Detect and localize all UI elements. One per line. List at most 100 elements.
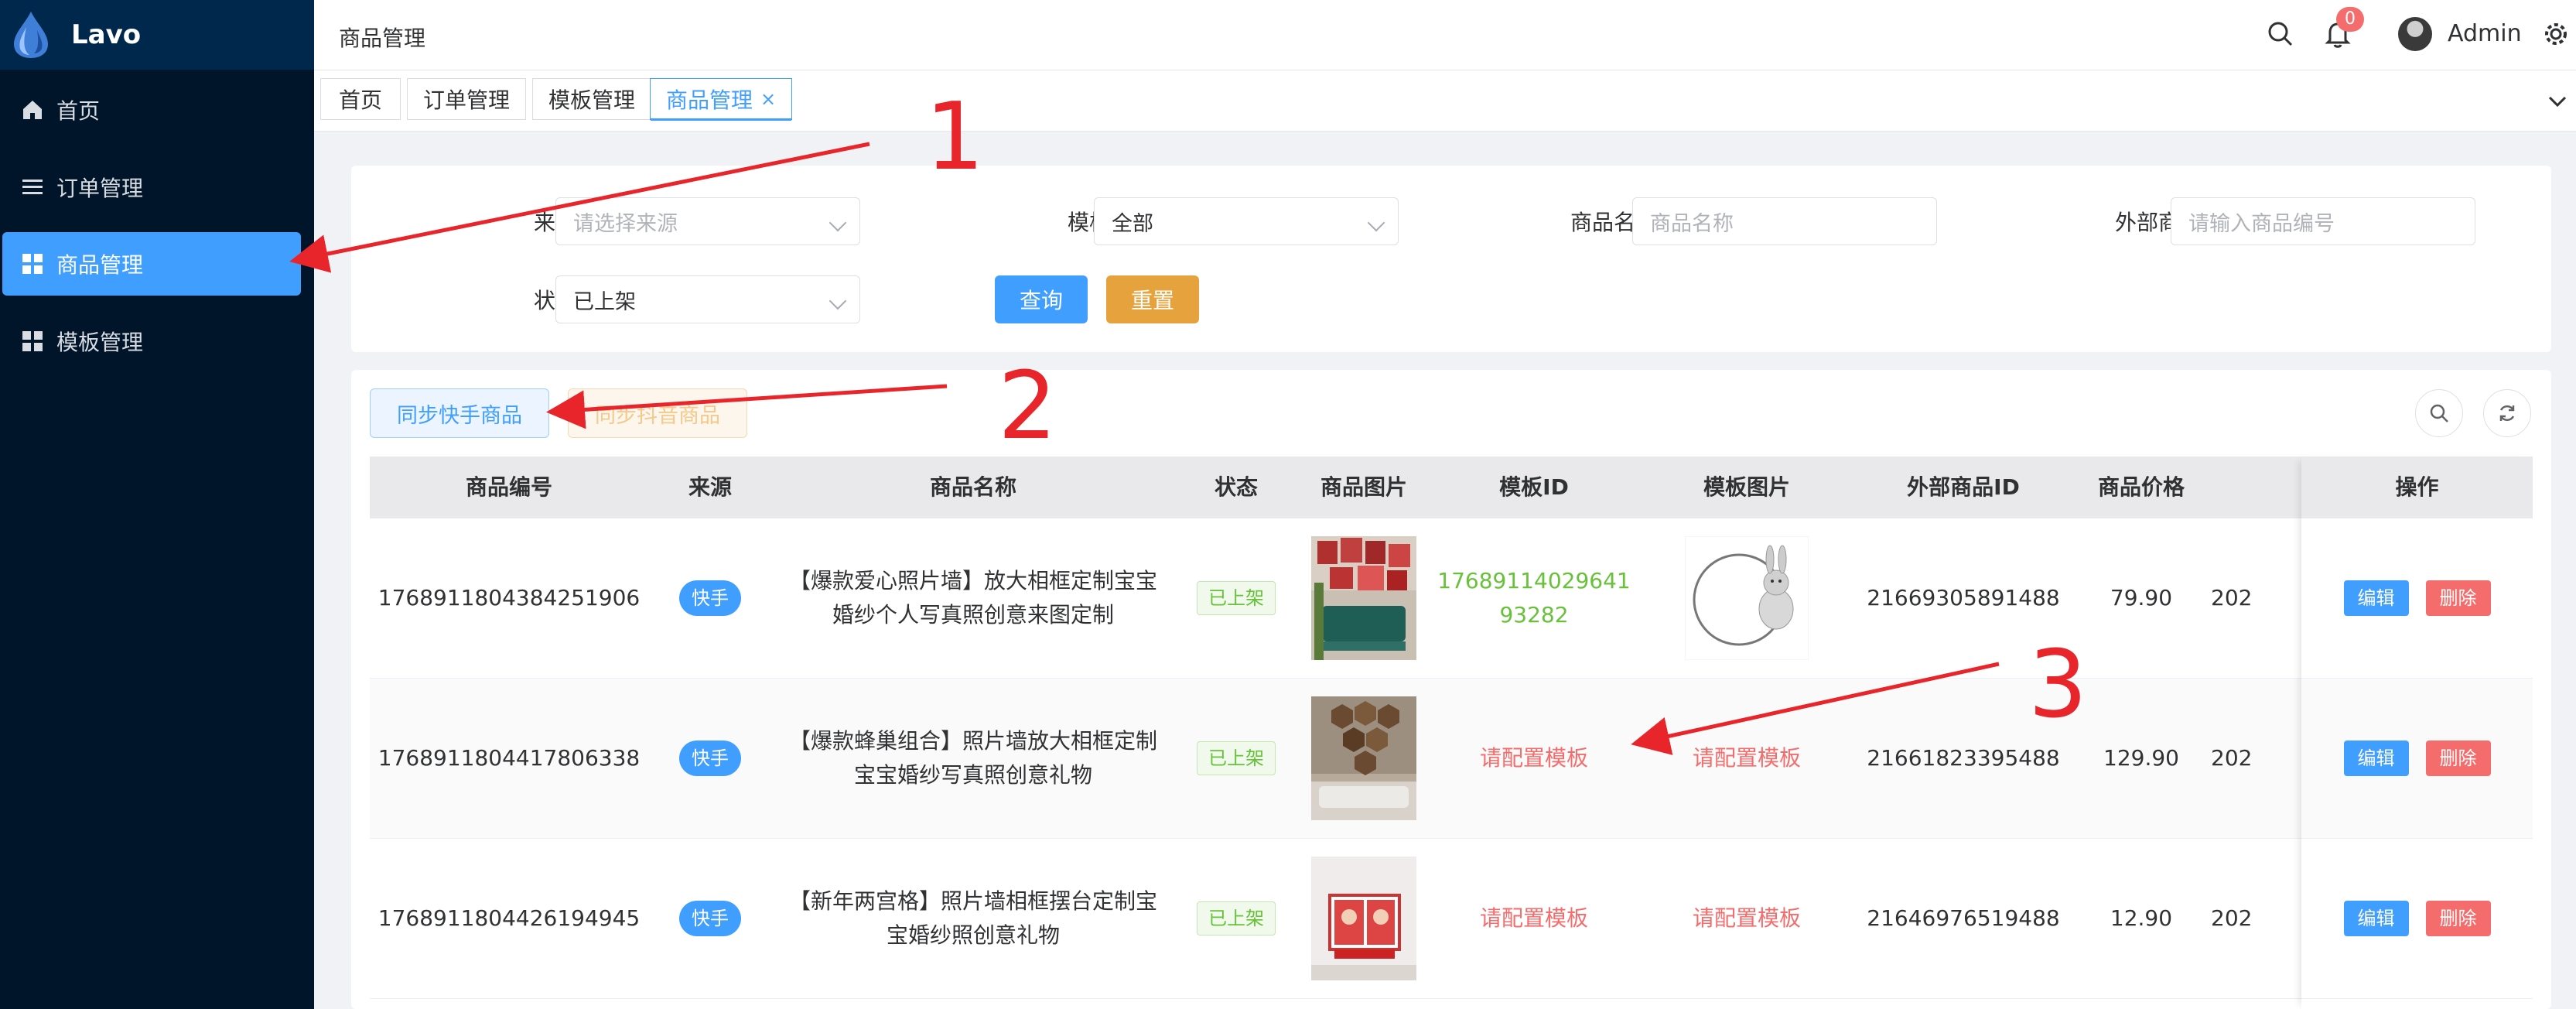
created-time-truncated: 202: [2211, 585, 2253, 611]
template-select[interactable]: 全部: [1094, 197, 1399, 245]
annotation-number-3: 3: [2028, 631, 2088, 739]
reset-button-label: 重置: [1130, 288, 1174, 313]
configure-template-link[interactable]: 请配置模板: [1480, 741, 1588, 775]
user-name[interactable]: Admin: [2448, 20, 2522, 47]
grid-icon: [22, 254, 43, 274]
delete-button[interactable]: 删除: [2425, 901, 2491, 936]
product-name: 【爆款蜂巢组合】照片墙放大相框定制宝宝婚纱写真照创意礼物: [788, 728, 1157, 788]
brand[interactable]: Lavo: [0, 0, 314, 70]
sync-douyin-label: 同步抖音商品: [595, 403, 720, 428]
status-badge: 已上架: [1197, 741, 1276, 775]
water-drop-logo-icon: [14, 12, 48, 58]
close-icon[interactable]: ×: [760, 88, 776, 110]
edit-button[interactable]: 编辑: [2343, 741, 2409, 776]
toggle-search-button[interactable]: [2415, 389, 2463, 437]
actions-row: 编辑 删除: [2301, 679, 2533, 839]
sidebar-item-label: 首页: [56, 98, 101, 124]
col-template-image[interactable]: 模板图片: [1638, 457, 1855, 518]
template-thumbnail[interactable]: [1685, 536, 1809, 660]
status-value: 已上架: [573, 289, 636, 314]
sidebar-item-label: 订单管理: [56, 176, 144, 201]
annotation-number-2: 2: [998, 353, 1057, 460]
col-template-id[interactable]: 模板ID: [1430, 457, 1638, 518]
tag-label: 订单管理: [422, 87, 510, 113]
configure-template-link[interactable]: 请配置模板: [1480, 901, 1588, 935]
list-icon: [22, 180, 43, 194]
product-id: 1768911804426194945: [378, 905, 641, 931]
sidebar-item-templates[interactable]: 模板管理: [2, 310, 301, 373]
edit-button[interactable]: 编辑: [2343, 580, 2409, 616]
external-id: 21646976519488: [1867, 905, 2060, 931]
col-actions: 操作: [2301, 457, 2533, 518]
actions-row: 编辑 删除: [2301, 839, 2533, 999]
col-product-id[interactable]: 商品编号: [370, 457, 648, 518]
top-header: 商品管理 0 Admin: [314, 0, 2576, 70]
source-tag: 快手: [679, 901, 741, 936]
delete-button[interactable]: 删除: [2425, 741, 2491, 776]
col-status[interactable]: 状态: [1174, 457, 1298, 518]
external-id-input[interactable]: 请输入商品编号: [2171, 197, 2475, 245]
search-button[interactable]: 查询: [995, 275, 1088, 323]
edit-button[interactable]: 编辑: [2343, 901, 2409, 936]
search-icon[interactable]: [2265, 19, 2296, 50]
sidebar-item-products[interactable]: 商品管理: [2, 232, 301, 296]
sidebar: Lavo 首页 订单管理 商品管理 模板管理: [0, 0, 314, 1009]
sidebar-item-home[interactable]: 首页: [2, 78, 301, 142]
template-id[interactable]: 1768911402964193282: [1437, 564, 1631, 632]
sidebar-item-orders[interactable]: 订单管理: [2, 156, 301, 219]
template-value: 全部: [1112, 211, 1153, 236]
tag-templates[interactable]: 模板管理: [532, 78, 651, 120]
chevron-down-icon: [828, 292, 847, 310]
product-name-input[interactable]: 商品名称: [1632, 197, 1937, 245]
search-button-label: 查询: [1019, 288, 1063, 313]
chevron-down-icon[interactable]: [2547, 92, 2568, 111]
avatar[interactable]: [2398, 17, 2432, 51]
col-price[interactable]: 商品价格: [2072, 457, 2211, 518]
col-product-image[interactable]: 商品图片: [1298, 457, 1430, 518]
status-select[interactable]: 已上架: [555, 275, 860, 323]
breadcrumb: 商品管理: [339, 26, 426, 51]
home-icon: [23, 101, 42, 119]
tag-label: 首页: [338, 87, 382, 113]
col-external-id[interactable]: 外部商品ID: [1855, 457, 2072, 518]
price: 12.90: [2110, 905, 2173, 931]
actions-row: 编辑 删除: [2301, 518, 2533, 679]
delete-button[interactable]: 删除: [2425, 580, 2491, 616]
table-row: 1768911804384251906 快手 【爆款爱心照片墙】放大相框定制宝宝…: [370, 518, 2533, 679]
gear-icon[interactable]: [2542, 20, 2570, 48]
sync-douyin-button[interactable]: 同步抖音商品: [568, 388, 747, 438]
filter-panel: 来源 请选择来源 模板 全部 商品名称 商品名称 外部商品编号 请输入商品编号 …: [351, 166, 2551, 352]
sync-kuaishou-button[interactable]: 同步快手商品: [370, 388, 549, 438]
col-source[interactable]: 来源: [648, 457, 772, 518]
tag-orders[interactable]: 订单管理: [407, 78, 526, 120]
grid-icon: [22, 331, 43, 351]
product-thumbnail[interactable]: [1311, 696, 1416, 820]
chevron-down-icon: [828, 214, 847, 232]
tag-home[interactable]: 首页: [320, 78, 401, 120]
reset-button[interactable]: 重置: [1106, 275, 1199, 323]
sidebar-item-label: 商品管理: [56, 252, 144, 278]
status-badge: 已上架: [1197, 581, 1276, 615]
chevron-down-icon: [1367, 214, 1385, 232]
table-row: 1768911804426194945 快手 【新年两宫格】照片墙相框摆台定制宝…: [370, 839, 2533, 999]
annotation-number-1: 1: [925, 84, 985, 191]
configure-template-image-link[interactable]: 请配置模板: [1693, 901, 1801, 935]
sidebar-item-label: 模板管理: [56, 330, 144, 355]
created-time-truncated: 202: [2211, 745, 2253, 771]
col-product-name[interactable]: 商品名称: [772, 457, 1174, 518]
tag-label: 模板管理: [548, 87, 635, 113]
source-select[interactable]: 请选择来源: [555, 197, 860, 245]
product-thumbnail[interactable]: [1311, 857, 1416, 980]
product-name: 【新年两宫格】照片墙相框摆台定制宝宝婚纱照创意礼物: [788, 888, 1157, 948]
configure-template-image-link[interactable]: 请配置模板: [1693, 741, 1801, 775]
source-placeholder: 请选择来源: [573, 211, 678, 236]
product-thumbnail[interactable]: [1311, 536, 1416, 660]
source-tag: 快手: [679, 741, 741, 776]
refresh-button[interactable]: [2483, 389, 2531, 437]
tags-view: 首页 订单管理 模板管理 商品管理 ×: [314, 70, 2576, 132]
created-time-truncated: 202: [2211, 905, 2253, 931]
tag-products[interactable]: 商品管理 ×: [650, 78, 792, 121]
sync-kuaishou-label: 同步快手商品: [397, 403, 522, 428]
product-name: 【爆款爱心照片墙】放大相框定制宝宝婚纱个人写真照创意来图定制: [788, 568, 1157, 628]
price: 79.90: [2110, 585, 2173, 611]
